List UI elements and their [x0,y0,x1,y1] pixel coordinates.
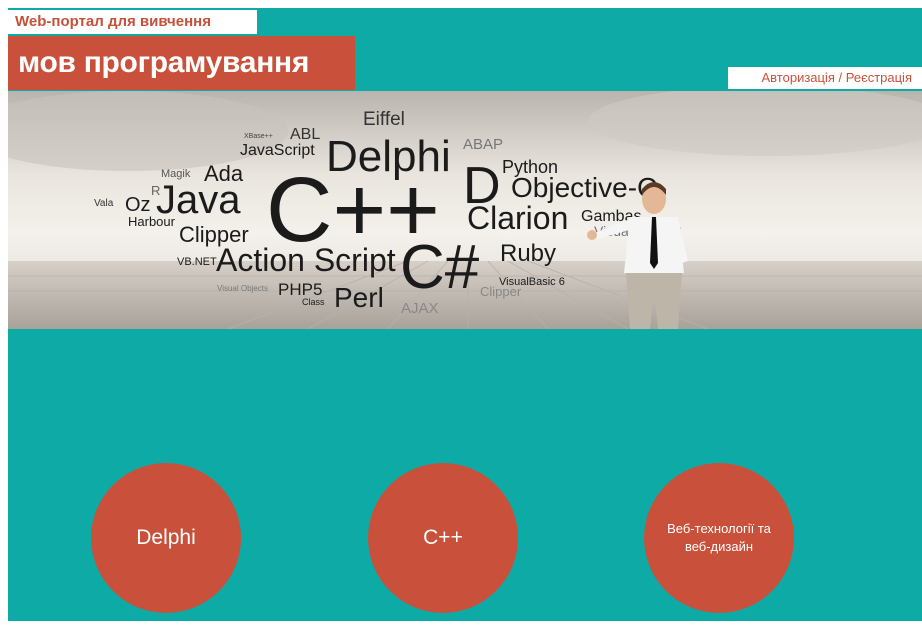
course-delphi-button[interactable]: Delphi [91,463,241,613]
word-csharp: C# [400,233,480,302]
word-visual-objects: Visual Objects [217,284,268,293]
course-list: Delphi C++ Веб-технології та веб-дизайн [8,463,922,621]
word-clarion: Clarion [467,200,568,236]
word-javascript: JavaScript [240,142,315,159]
word-vala: Vala [94,198,114,209]
course-label: Delphi [136,526,196,549]
course-web-design-button[interactable]: Веб-технології та веб-дизайн [644,463,794,613]
word-abl: ABL [290,126,320,143]
word-abap: ABAP [463,136,503,153]
auth-register-link[interactable]: Авторизація / Реєстрація [727,67,922,89]
word-vbnet: VB.NET [177,256,217,268]
site-title: мов програмування [8,36,355,90]
word-perl: Perl [334,282,384,313]
course-label: C++ [423,526,463,549]
word-action-script: Action Script [216,242,396,278]
site-subtitle: Web-портал для вивчення [8,10,257,34]
course-cpp-button[interactable]: C++ [368,463,518,613]
word-clipper-2: Clipper [480,284,522,299]
word-xbase: XBase++ [244,133,273,140]
word-harbour: Harbour [128,214,176,229]
page: Web-портал для вивчення мов програмуванн… [8,8,922,621]
word-objective-c: Objective-C [511,172,657,203]
banner-image: Eiffel ABL XBase++ JavaScript Delphi ABA… [8,91,922,329]
word-ruby: Ruby [500,240,556,267]
word-class: Class [302,297,325,307]
word-eiffel: Eiffel [363,109,405,130]
word-ajax: AJAX [401,300,439,317]
hero-banner: Eiffel ABL XBase++ JavaScript Delphi ABA… [8,91,922,329]
word-oz: Oz [125,194,151,216]
course-label: Веб-технології та веб-дизайн [667,521,771,554]
